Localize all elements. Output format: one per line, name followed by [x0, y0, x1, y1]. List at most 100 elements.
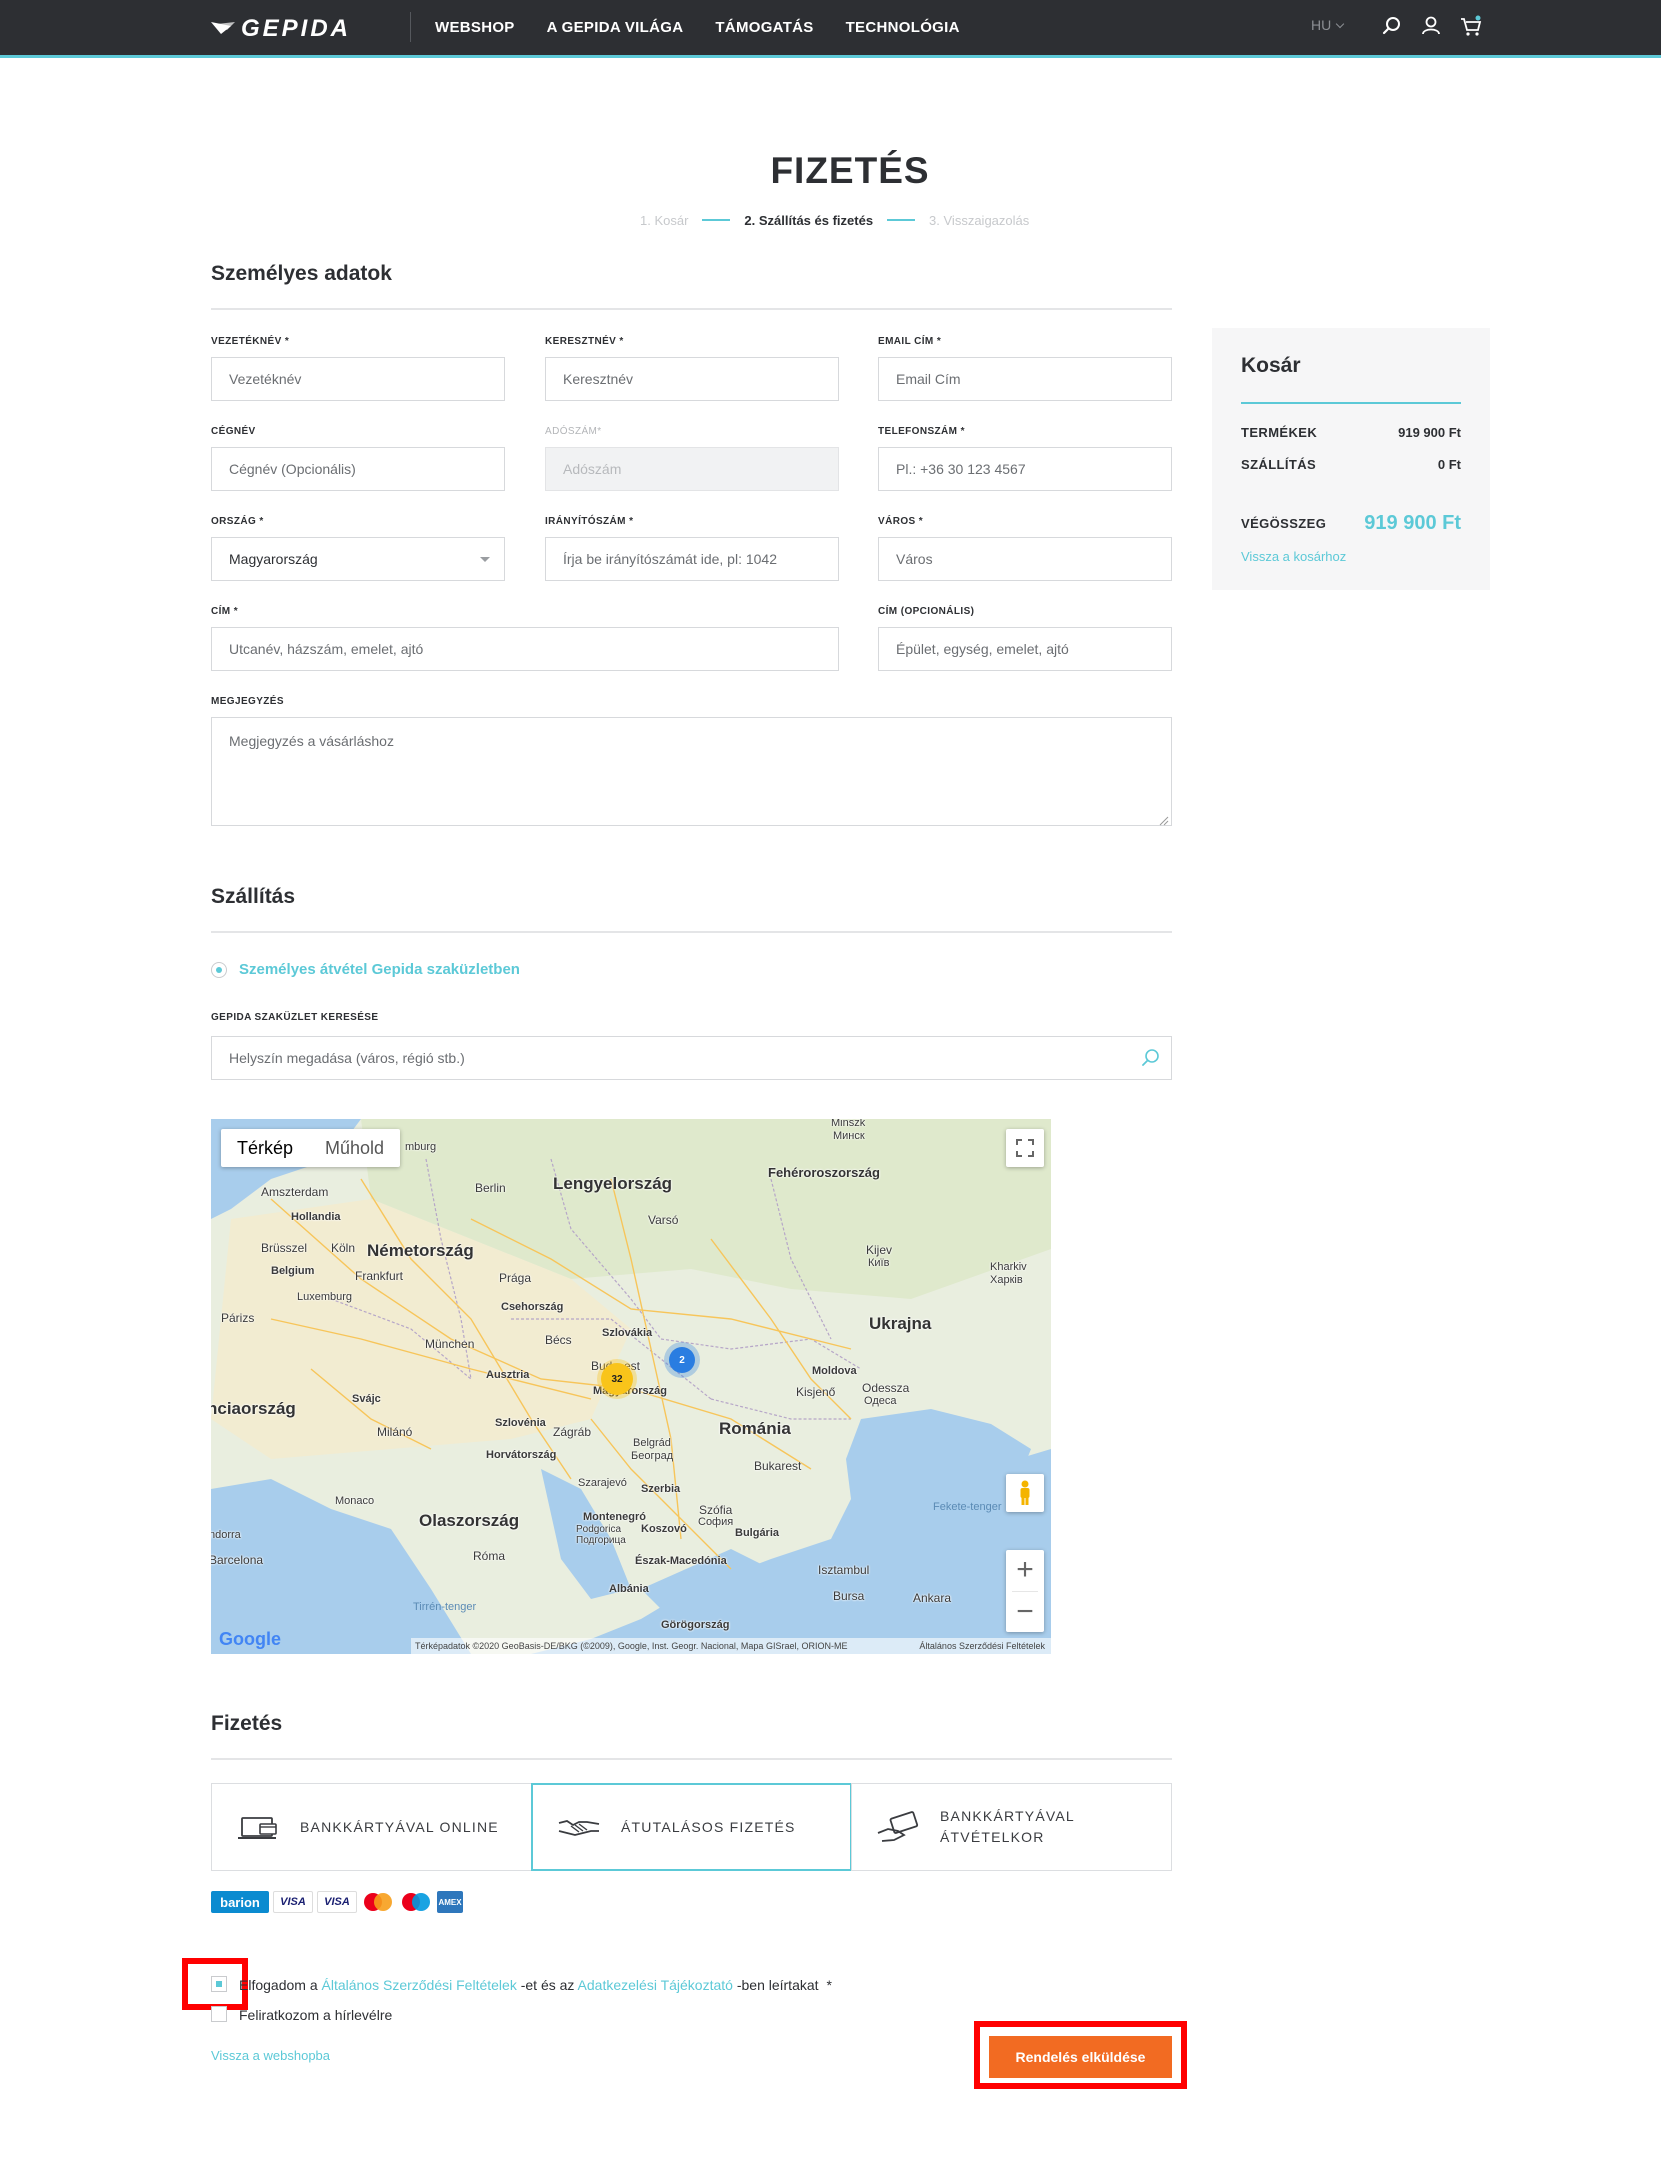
gepida-logo[interactable]: GEPIDA [209, 14, 389, 42]
map-label: ndorra [211, 1529, 241, 1541]
map-sea-label: Tirrén-tenger [413, 1601, 477, 1613]
map-country-label: Olaszország [419, 1511, 520, 1530]
main-menu: WEBSHOP A GEPIDA VILÁGA TÁMOGATÁS TECHNO… [435, 0, 960, 55]
zoom-controls: + − [1006, 1550, 1044, 1632]
map-label: Szlovákia [602, 1327, 653, 1339]
terms-text-pre: Elfogadom a [239, 1977, 318, 1993]
zoom-in-button[interactable]: + [1016, 1550, 1034, 1591]
map-label: Подгорица [576, 1535, 626, 1546]
payment-option-card-delivery[interactable]: BANKKÁRTYÁVAL ÁTVÉTELKOR [851, 1783, 1172, 1871]
back-to-webshop-link[interactable]: Vissza a webshopba [211, 2048, 330, 2063]
store-map[interactable]: Térkép Műhold + − Minszk Минск mburg Ber… [211, 1119, 1051, 1654]
map-label: Horvátország [486, 1449, 557, 1461]
address-input[interactable] [211, 627, 839, 671]
payment-option-card-online[interactable]: BANKKÁRTYÁVAL ONLINE [211, 1783, 532, 1871]
address-label: CÍM * [211, 606, 238, 617]
cart-total-value: 919 900 Ft [1364, 512, 1461, 534]
language-selector[interactable]: HU [1311, 17, 1345, 33]
cart-title-underline [1241, 402, 1461, 404]
map-label: Ankara [913, 1591, 952, 1605]
map-label: Barcelona [211, 1553, 264, 1567]
cart-icon[interactable] [1458, 13, 1484, 39]
menu-webshop[interactable]: WEBSHOP [435, 19, 515, 36]
map-label: Brüsszel [261, 1241, 308, 1255]
map-label: Csehország [501, 1301, 564, 1313]
terms-checkbox[interactable] [211, 1976, 227, 1992]
google-logo-text: Google [219, 1629, 281, 1649]
company-input[interactable] [211, 447, 505, 491]
note-textarea[interactable] [211, 717, 1172, 826]
payment-option-transfer[interactable]: ÁTUTALÁSOS FIZETÉS [531, 1783, 852, 1871]
menu-technologia[interactable]: TECHNOLÓGIA [846, 19, 960, 36]
user-icon[interactable] [1418, 13, 1444, 39]
chevron-down-icon [1335, 19, 1345, 28]
barion-logo: barion [211, 1891, 269, 1913]
shipping-option-label[interactable]: Személyes átvétel Gepida szaküzletben [239, 961, 520, 978]
payment-title: Fizetés [211, 1712, 283, 1735]
submit-order-button[interactable]: Rendelés elküldése [989, 2036, 1172, 2078]
zoom-out-button[interactable]: − [1016, 1591, 1034, 1632]
map-label: Moldova [812, 1365, 857, 1377]
cart-total-label: VÉGÖSSZEG [1241, 516, 1327, 531]
map-label: Belgium [271, 1265, 315, 1277]
map-label: mburg [405, 1141, 437, 1153]
map-label: Kijev [866, 1243, 893, 1257]
cart-products-row: TERMÉKEK 919 900 Ft [1241, 425, 1461, 440]
step-connector [702, 219, 731, 221]
pegman-icon[interactable] [1006, 1474, 1044, 1512]
cart-shipping-row: SZÁLLÍTÁS 0 Ft [1241, 457, 1461, 472]
map-cluster-marker[interactable]: 32 [601, 1363, 633, 1395]
map-label: Ausztria [486, 1369, 530, 1381]
city-label: VÁROS * [878, 516, 924, 527]
store-search-icon[interactable] [1140, 1047, 1162, 1069]
terms-text-mid: -et és az [520, 1977, 575, 1993]
back-to-cart-link[interactable]: Vissza a kosárhoz [1241, 549, 1346, 564]
mastercard-logo [361, 1891, 395, 1913]
firstname-input[interactable] [545, 357, 839, 401]
map-label: Kharkiv [990, 1261, 1027, 1273]
map-label: Berlin [475, 1181, 506, 1195]
country-value: Magyarország [229, 551, 318, 567]
map-label: Svájc [352, 1393, 381, 1405]
resize-grip-icon[interactable] [1159, 813, 1169, 826]
newsletter-checkbox[interactable] [211, 2006, 227, 2022]
step-cart[interactable]: 1. Kosár [640, 213, 688, 228]
map-label: Zágráb [553, 1425, 592, 1439]
map-label: Киïв [868, 1257, 890, 1269]
map-tab-muhold[interactable]: Műhold [309, 1129, 400, 1167]
city-input[interactable] [878, 537, 1172, 581]
country-label: ORSZÁG * [211, 516, 264, 527]
privacy-link[interactable]: Adatkezelési Tájékoztató [578, 1977, 733, 1993]
newsletter-label[interactable]: Feliratkozom a hírlevélre [239, 2007, 392, 2023]
phone-input[interactable] [878, 447, 1172, 491]
lastname-input[interactable] [211, 357, 505, 401]
email-input[interactable] [878, 357, 1172, 401]
map-label: Belgrád [633, 1437, 671, 1449]
country-select[interactable]: Magyarország [211, 537, 505, 581]
map-label: Görögország [661, 1619, 730, 1631]
taxno-input [545, 447, 839, 491]
note-label: MEGJEGYZÉS [211, 696, 284, 707]
map-label: Frankfurt [355, 1269, 404, 1283]
menu-gepida-vilaga[interactable]: A GEPIDA VILÁGA [547, 19, 684, 36]
map-cluster-marker[interactable]: 2 [669, 1347, 695, 1373]
store-search-input[interactable] [211, 1036, 1172, 1080]
map-label: Isztambul [818, 1563, 870, 1577]
shipping-radio-pickup[interactable] [211, 962, 227, 978]
map-tab-terkep[interactable]: Térkép [221, 1129, 309, 1167]
address2-input[interactable] [878, 627, 1172, 671]
map-label: Bursa [833, 1589, 865, 1603]
map-country-label: Fehéroroszország [768, 1165, 880, 1180]
search-icon[interactable] [1379, 13, 1405, 39]
payment-option-label: ÁTUTALÁSOS FIZETÉS [621, 1818, 796, 1835]
map-type-control: Térkép Műhold [221, 1129, 401, 1167]
menu-tamogatas[interactable]: TÁMOGATÁS [715, 19, 813, 36]
section-divider [211, 1758, 1172, 1760]
map-terms-link[interactable]: Általános Szerződési Feltételek [919, 1638, 1045, 1654]
zip-input[interactable] [545, 537, 839, 581]
page-title: FIZETÉS [770, 150, 930, 191]
map-label: Харків [990, 1274, 1023, 1286]
terms-link[interactable]: Általános Szerződési Feltételek [322, 1977, 517, 1993]
fullscreen-icon[interactable] [1006, 1129, 1044, 1167]
step-connector [887, 219, 916, 221]
